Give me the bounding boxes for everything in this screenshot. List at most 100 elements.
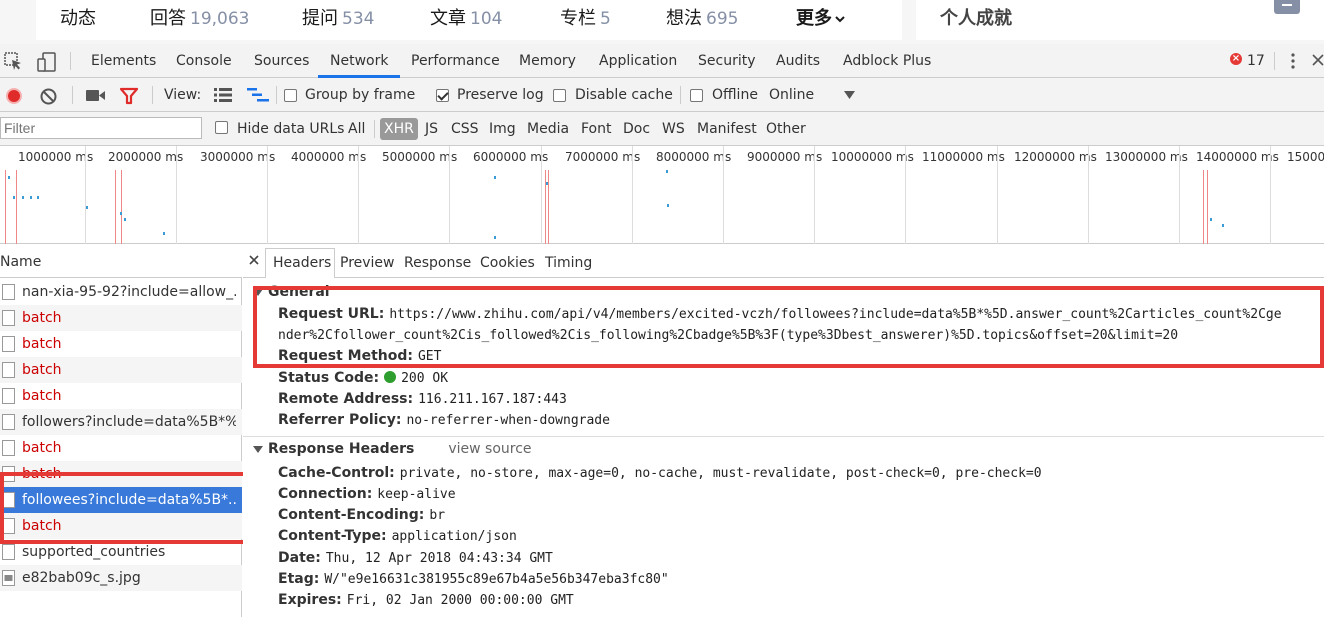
tab-answers[interactable]: 回答 19,063 bbox=[150, 4, 249, 30]
toolbar-divider bbox=[276, 86, 277, 104]
tab-activity[interactable]: 动态 bbox=[60, 4, 96, 30]
filter-icon[interactable] bbox=[120, 87, 138, 105]
name-column-header[interactable]: Name bbox=[0, 244, 242, 278]
more-button[interactable]: 更多 bbox=[796, 4, 846, 30]
type-filter-css[interactable]: CSS bbox=[451, 121, 479, 137]
tab-preview[interactable]: Preview bbox=[340, 255, 395, 271]
request-row[interactable]: batch bbox=[0, 435, 242, 461]
tab-network[interactable]: Network bbox=[330, 53, 388, 69]
overview-gridline bbox=[632, 146, 633, 244]
type-filter-doc[interactable]: Doc bbox=[623, 121, 650, 137]
tab-response[interactable]: Response bbox=[404, 255, 471, 271]
overview-tick-label: 14000000 ms bbox=[1196, 150, 1279, 164]
network-toolbar: View: Group by frame Preserve log Disabl… bbox=[0, 78, 1324, 112]
request-name: batch bbox=[22, 336, 62, 352]
document-icon bbox=[2, 440, 15, 456]
tab-columns[interactable]: 专栏 5 bbox=[560, 4, 611, 30]
request-name: batch bbox=[22, 310, 62, 326]
request-row[interactable]: e82bab09c_s.jpg bbox=[0, 565, 242, 591]
details-tabbar: Headers Preview Response Cookies Timing bbox=[243, 244, 1324, 278]
load-event-marker bbox=[1203, 170, 1204, 244]
request-mark bbox=[37, 196, 39, 199]
toolbar-divider bbox=[152, 86, 153, 104]
header-value: application/json bbox=[391, 529, 517, 544]
request-mark bbox=[120, 212, 122, 215]
disable-cache-checkbox[interactable] bbox=[553, 89, 566, 102]
tab-elements[interactable]: Elements bbox=[91, 53, 156, 69]
waterfall-icon[interactable] bbox=[247, 88, 269, 102]
large-rows-icon[interactable] bbox=[214, 88, 232, 102]
tab-articles[interactable]: 文章 104 bbox=[430, 4, 502, 30]
error-icon[interactable]: × bbox=[1230, 53, 1242, 65]
screenshots-icon[interactable] bbox=[86, 89, 106, 102]
hide-data-urls-checkbox[interactable] bbox=[215, 121, 228, 134]
status-code-row: Status Code: 200 OK bbox=[278, 370, 448, 386]
throttling-select[interactable]: Online bbox=[769, 87, 814, 103]
type-filter-media[interactable]: Media bbox=[527, 121, 569, 137]
highlight-box bbox=[253, 286, 1324, 368]
tab-sources[interactable]: Sources bbox=[254, 53, 309, 69]
request-mark bbox=[494, 176, 496, 179]
throttling-dropdown-icon[interactable] bbox=[844, 91, 855, 99]
tab-adblock-plus[interactable]: Adblock Plus bbox=[843, 53, 931, 69]
tab-security[interactable]: Security bbox=[698, 53, 756, 69]
filter-input[interactable] bbox=[0, 117, 202, 139]
tab-timing[interactable]: Timing bbox=[545, 255, 592, 271]
error-count[interactable]: 17 bbox=[1247, 53, 1265, 69]
type-filter-font[interactable]: Font bbox=[581, 121, 611, 137]
type-filter-js[interactable]: JS bbox=[425, 121, 438, 137]
tab-performance[interactable]: Performance bbox=[411, 53, 500, 69]
tab-application[interactable]: Application bbox=[599, 53, 677, 69]
device-toolbar-icon[interactable] bbox=[36, 51, 58, 73]
type-filter-ws[interactable]: WS bbox=[662, 121, 685, 137]
record-button[interactable] bbox=[6, 88, 22, 104]
request-mark bbox=[1222, 224, 1224, 227]
toolbar-divider bbox=[374, 120, 375, 138]
close-devtools-icon[interactable] bbox=[1312, 54, 1324, 66]
tab-thoughts[interactable]: 想法 695 bbox=[666, 4, 738, 30]
overview-tick-label: 13000000 ms bbox=[1105, 150, 1188, 164]
close-details-icon[interactable] bbox=[249, 255, 259, 265]
tab-headers[interactable]: Headers bbox=[273, 255, 331, 271]
filter-bar: Hide data URLs All XHR JS CSS Img Media … bbox=[0, 112, 1324, 146]
request-row[interactable]: nan-xia-95-92?include=allow_... bbox=[0, 279, 242, 305]
request-row[interactable]: batch bbox=[0, 383, 242, 409]
request-row[interactable]: batch bbox=[0, 357, 242, 383]
header-key: Cache-Control: bbox=[278, 465, 395, 481]
type-filter-manifest[interactable]: Manifest bbox=[697, 121, 757, 137]
tab-cookies[interactable]: Cookies bbox=[480, 255, 535, 271]
image-file-icon bbox=[2, 570, 15, 586]
request-mark bbox=[13, 196, 15, 199]
overview-tick-label: 9000000 ms bbox=[747, 150, 823, 164]
type-filter-other[interactable]: Other bbox=[766, 121, 806, 137]
group-by-frame-checkbox[interactable] bbox=[284, 89, 297, 102]
status-ok-icon bbox=[384, 371, 397, 383]
tab-memory[interactable]: Memory bbox=[519, 53, 576, 69]
network-overview[interactable]: 1000000 ms 2000000 ms 3000000 ms 4000000… bbox=[0, 146, 1324, 244]
triangle-down-icon bbox=[253, 445, 263, 453]
response-headers-toggle[interactable]: Response Headers view source bbox=[253, 441, 532, 457]
tab-console[interactable]: Console bbox=[176, 53, 232, 69]
tab-audits[interactable]: Audits bbox=[776, 53, 820, 69]
collapse-icon[interactable] bbox=[1274, 0, 1300, 14]
type-filter-xhr[interactable]: XHR bbox=[380, 118, 418, 140]
overview-gridline bbox=[1270, 146, 1271, 244]
overview-tick-label: 4000000 ms bbox=[291, 150, 367, 164]
type-filter-img[interactable]: Img bbox=[489, 121, 516, 137]
type-filter-all[interactable]: All bbox=[348, 121, 365, 137]
overview-gridline bbox=[449, 146, 450, 244]
header-value: Thu, 12 Apr 2018 04:43:34 GMT bbox=[325, 551, 553, 566]
request-row[interactable]: batch bbox=[0, 305, 242, 331]
header-key: Date: bbox=[278, 550, 321, 566]
offline-checkbox[interactable] bbox=[690, 89, 703, 102]
view-source-link[interactable]: view source bbox=[448, 441, 531, 457]
more-options-icon[interactable] bbox=[1289, 53, 1297, 69]
request-row[interactable]: batch bbox=[0, 331, 242, 357]
clear-icon[interactable] bbox=[40, 88, 57, 105]
tab-questions[interactable]: 提问 534 bbox=[302, 4, 374, 30]
tab-label: 想法 bbox=[666, 8, 702, 29]
request-row[interactable]: followers?include=data%5B*%... bbox=[0, 409, 242, 435]
document-icon bbox=[2, 414, 15, 430]
inspect-element-icon[interactable] bbox=[4, 52, 24, 72]
preserve-log-checkbox[interactable] bbox=[436, 89, 449, 102]
